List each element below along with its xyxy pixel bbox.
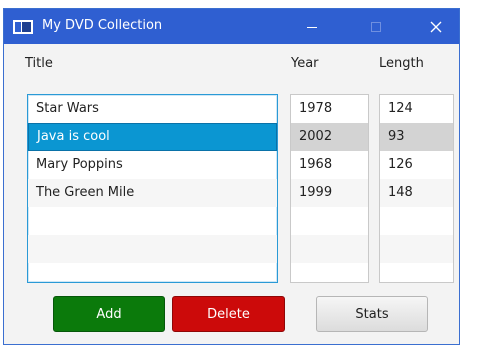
title-list-item[interactable]: Star Wars [28, 95, 277, 123]
length-list-item[interactable]: 126 [380, 151, 453, 179]
maximize-icon [371, 21, 381, 32]
empty-row[interactable] [291, 207, 368, 235]
year-list-item[interactable]: 1968 [291, 151, 368, 179]
length-column-header: Length [379, 56, 424, 71]
empty-row[interactable] [28, 235, 277, 263]
title-list-item[interactable]: The Green Mile [28, 179, 277, 207]
window-icon [13, 20, 33, 34]
window-title: My DVD Collection [42, 18, 163, 33]
empty-row[interactable] [380, 207, 453, 235]
add-button[interactable]: Add [53, 296, 165, 332]
year-list[interactable]: 1978 2002 1968 1999 [290, 94, 369, 283]
empty-row[interactable] [291, 235, 368, 263]
length-list-item[interactable]: 124 [380, 95, 453, 123]
title-bar[interactable]: My DVD Collection [4, 9, 459, 44]
empty-row[interactable] [380, 263, 453, 282]
length-list[interactable]: 124 93 126 148 [379, 94, 454, 283]
empty-row[interactable] [291, 263, 368, 282]
title-list-item[interactable]: Java is cool [28, 123, 277, 151]
empty-row[interactable] [28, 207, 277, 235]
year-column-header: Year [291, 56, 319, 71]
empty-row[interactable] [380, 235, 453, 263]
year-list-item[interactable]: 2002 [291, 123, 368, 151]
minimize-icon [307, 26, 317, 28]
length-list-item[interactable]: 93 [380, 123, 453, 151]
close-icon [430, 21, 442, 32]
year-list-item[interactable]: 1978 [291, 95, 368, 123]
stats-button[interactable]: Stats [316, 296, 428, 332]
delete-button[interactable]: Delete [172, 296, 285, 332]
minimize-button[interactable] [290, 9, 334, 44]
year-list-item[interactable]: 1999 [291, 179, 368, 207]
close-button[interactable] [414, 9, 458, 44]
length-list-item[interactable]: 148 [380, 179, 453, 207]
title-column-header: Title [25, 56, 53, 71]
title-list[interactable]: Star Wars Java is cool Mary Poppins The Gre… [27, 94, 278, 283]
empty-row[interactable] [28, 263, 277, 282]
title-list-item[interactable]: Mary Poppins [28, 151, 277, 179]
maximize-button[interactable] [354, 9, 398, 44]
